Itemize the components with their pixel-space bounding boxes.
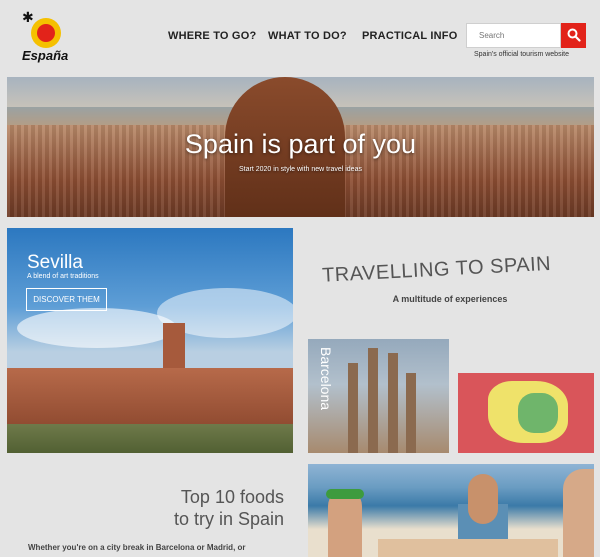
travelling-title: TRAVELLING TO SPAIN [321,252,552,287]
sagrada-spire [348,363,358,453]
barcelona-label: Barcelona [318,347,334,411]
foods-title-line1: Top 10 foods [180,487,284,507]
sevilla-plaza-building [7,368,293,428]
nav-what-to-do[interactable]: WHAT TO DO? [268,30,347,42]
map-green-area [518,393,558,433]
sagrada-spire [388,353,398,453]
person-figure [563,469,594,557]
person-figure [328,489,362,557]
person-figure [468,474,498,524]
search-icon [567,28,581,42]
discover-them-button[interactable]: DISCOVER THEM [26,288,107,311]
dining-table [378,539,558,557]
sagrada-spire [368,348,378,453]
espana-logo[interactable]: ✱ España [22,9,74,63]
sagrada-spire [406,373,416,453]
search-input[interactable] [466,23,561,48]
sevilla-ground [7,424,293,453]
sevilla-title: Sevilla [27,252,83,273]
spain-map-illustration[interactable] [458,373,594,453]
search-button[interactable] [561,23,586,48]
nav-practical-info[interactable]: PRACTICAL INFO [362,30,457,42]
star-icon: ✱ [22,9,34,25]
sevilla-cloud [17,308,177,348]
travelling-subtitle: A multitude of experiences [392,294,508,304]
logo-text: España [22,48,69,63]
foods-title: Top 10 foods to try in Spain [100,486,284,530]
logo-red-dot [37,24,55,42]
site-tagline: Spain's official tourism website [474,51,569,58]
sevilla-subtitle: A blend of art traditions [27,273,99,280]
nav-where-to-go[interactable]: WHERE TO GO? [168,30,256,42]
foods-intro-text: Whether you're on a city break in Barcel… [28,543,246,552]
sevilla-card[interactable]: Sevilla A blend of art traditions DISCOV… [7,228,293,453]
hero-banner[interactable]: Spain is part of you Start 2020 in style… [7,77,594,217]
foods-photo[interactable] [308,464,594,557]
hero-title: Spain is part of you [184,129,417,159]
foods-title-line2: to try in Spain [173,509,284,529]
page: ✱ España WHERE TO GO? WHAT TO DO? PRACTI… [0,0,600,557]
person-hat [326,489,364,499]
hero-subtitle: Start 2020 in style with new travel idea… [239,166,362,173]
barcelona-card[interactable]: Barcelona [308,339,449,453]
